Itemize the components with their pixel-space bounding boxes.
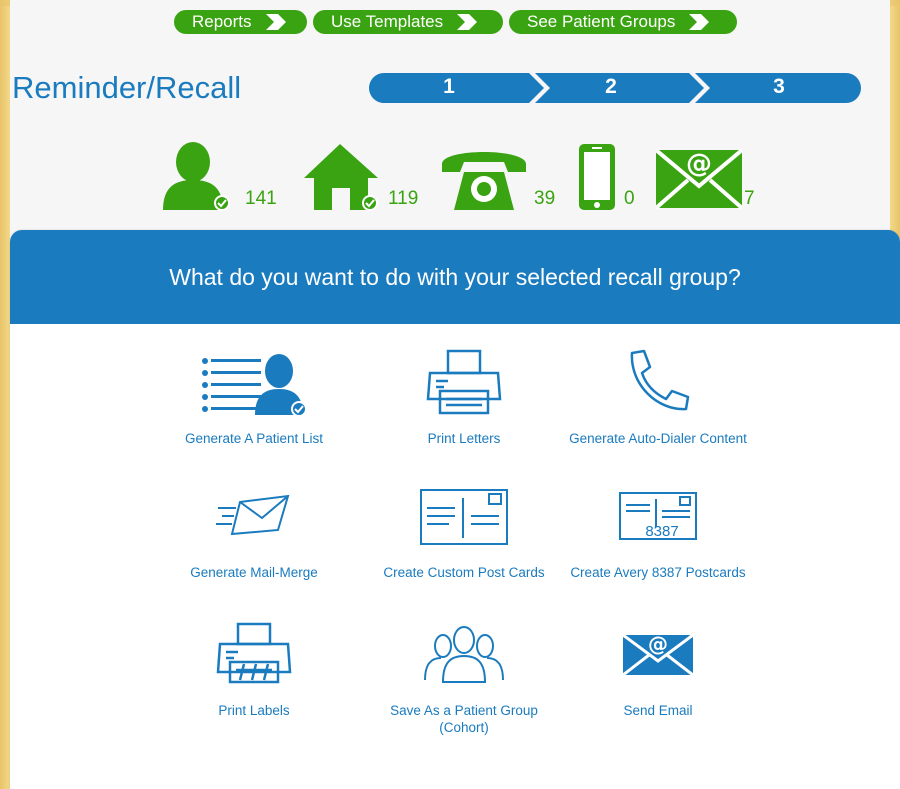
see-patient-groups-button[interactable]: See Patient Groups	[509, 10, 737, 34]
chevron-right-icon	[265, 14, 286, 30]
stat-patients: 141	[163, 142, 277, 217]
email-count: 7	[744, 188, 755, 209]
generate-mail-merge-button[interactable]: Generate Mail-Merge	[164, 476, 344, 581]
send-email-label: Send Email	[623, 703, 693, 718]
actions-panel: What do you want to do with your selecte…	[10, 230, 900, 789]
address-count: 119	[388, 188, 419, 209]
patient-list-icon	[202, 354, 307, 417]
panel-heading: What do you want to do with your selecte…	[10, 230, 900, 324]
step-3[interactable]: 3	[759, 75, 799, 99]
svg-text:@: @	[648, 632, 668, 656]
mobile-count: 0	[624, 188, 635, 209]
generate-mail-merge-label: Generate Mail-Merge	[190, 565, 318, 580]
save-patient-group-label: Save As a Patient Group (Cohort)	[390, 703, 538, 735]
stat-address: 119	[302, 142, 418, 217]
reports-button[interactable]: Reports	[174, 10, 307, 34]
print-letters-button[interactable]: Print Letters	[374, 342, 554, 447]
save-patient-group-button[interactable]: Save As a Patient Group (Cohort)	[374, 614, 554, 736]
step-2[interactable]: 2	[591, 75, 631, 99]
step-1[interactable]: 1	[429, 75, 469, 99]
actions-grid: Generate A Patient List Print Letters Ge…	[10, 324, 890, 789]
mobile-phone-icon	[579, 144, 615, 210]
see-patient-groups-label: See Patient Groups	[527, 12, 676, 31]
create-custom-post-cards-button[interactable]: Create Custom Post Cards	[374, 476, 554, 581]
stat-mobile: 0	[577, 142, 635, 217]
generate-patient-list-button[interactable]: Generate A Patient List	[164, 342, 344, 447]
patients-count: 141	[245, 188, 277, 209]
create-custom-post-cards-label: Create Custom Post Cards	[383, 565, 545, 580]
postcard-icon	[420, 489, 508, 545]
use-templates-label: Use Templates	[331, 12, 444, 31]
flying-envelope-icon	[216, 494, 290, 536]
reports-label: Reports	[192, 12, 252, 31]
email-icon: @	[654, 148, 744, 210]
printer-icon	[426, 349, 502, 415]
create-avery-postcards-label: Create Avery 8387 Postcards	[570, 565, 746, 580]
chevron-right-icon	[689, 14, 710, 30]
print-labels-button[interactable]: Print Labels	[164, 614, 344, 719]
stat-email: @ 7	[654, 142, 755, 217]
phone-handset-icon	[630, 349, 690, 411]
print-labels-label: Print Labels	[218, 703, 290, 718]
generate-auto-dialer-button[interactable]: Generate Auto-Dialer Content	[568, 342, 748, 447]
patient-icon	[163, 142, 230, 211]
generate-auto-dialer-label: Generate Auto-Dialer Content	[569, 431, 747, 446]
svg-text:@: @	[686, 149, 712, 179]
create-avery-postcards-button[interactable]: 8387 Create Avery 8387 Postcards	[568, 476, 748, 581]
phone-count: 39	[534, 188, 556, 209]
send-email-button[interactable]: @ Send Email	[568, 614, 748, 719]
stat-phone: 39	[438, 142, 555, 217]
chevron-right-icon	[457, 14, 478, 30]
people-group-icon	[424, 626, 504, 683]
use-templates-button[interactable]: Use Templates	[313, 10, 503, 34]
generate-patient-list-label: Generate A Patient List	[184, 431, 324, 446]
avery-number: 8387	[645, 523, 678, 540]
email-envelope-icon: @	[623, 632, 693, 677]
step-progress: 1 2 3	[369, 73, 861, 103]
print-letters-label: Print Letters	[427, 431, 501, 446]
label-printer-icon	[216, 622, 292, 684]
top-nav: Reports Use Templates See Patient Groups	[174, 10, 737, 34]
page-title: Reminder/Recall	[12, 70, 242, 105]
home-icon	[304, 144, 378, 211]
telephone-icon	[442, 152, 526, 210]
avery-postcard-icon: 8387	[619, 492, 697, 540]
